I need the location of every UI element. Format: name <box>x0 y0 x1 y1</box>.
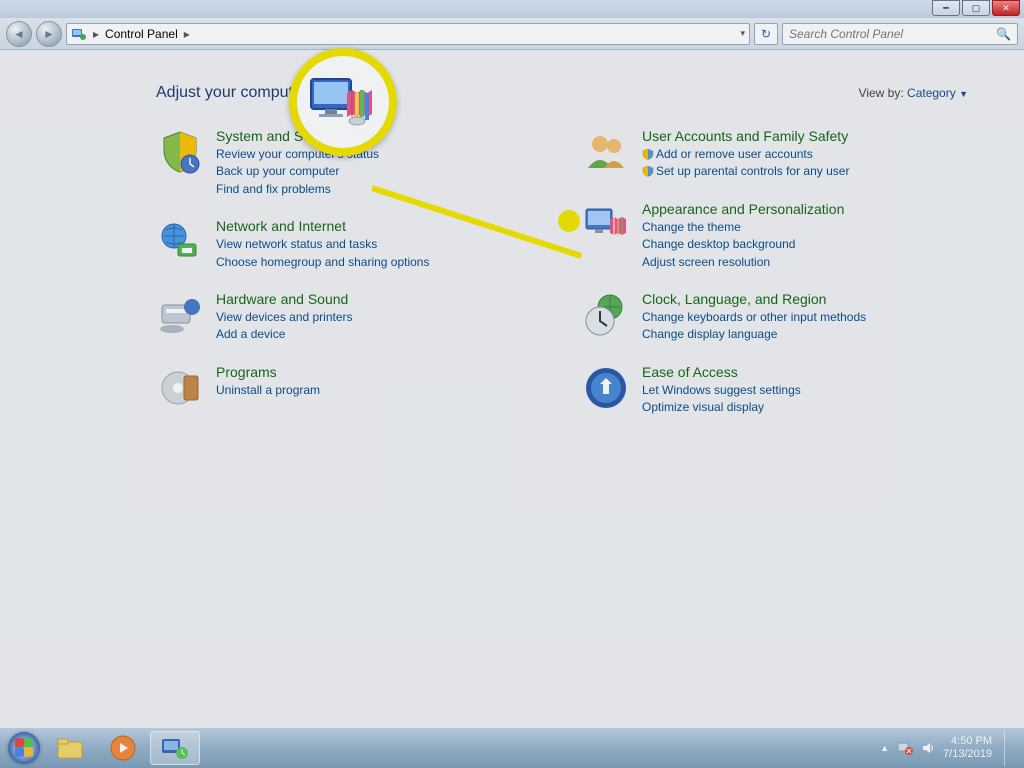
network-title[interactable]: Network and Internet <box>216 218 429 234</box>
hardware-link-0[interactable]: View devices and printers <box>216 309 353 326</box>
control-panel-icon <box>71 26 87 42</box>
category-users: User Accounts and Family Safety Add or r… <box>582 128 968 181</box>
clock-link-1[interactable]: Change display language <box>642 326 866 343</box>
user-accounts-icon <box>582 128 630 176</box>
appearance-title[interactable]: Appearance and Personalization <box>642 201 844 217</box>
maximize-button[interactable]: ▢ <box>962 0 990 16</box>
taskbar: ▲ 4:50 PM 7/13/2019 <box>0 728 1024 768</box>
tray-network-icon[interactable] <box>897 741 913 755</box>
network-internet-icon <box>156 218 204 266</box>
tray-show-hidden-icon[interactable]: ▲ <box>880 743 889 753</box>
category-ease: Ease of Access Let Windows suggest setti… <box>582 364 968 417</box>
titlebar: ━ ▢ ✕ <box>0 0 1024 18</box>
programs-title[interactable]: Programs <box>216 364 320 380</box>
network-link-1[interactable]: Choose homegroup and sharing options <box>216 254 429 271</box>
chevron-down-icon: ▼ <box>959 89 968 99</box>
category-hardware: Hardware and Sound View devices and prin… <box>156 291 542 344</box>
hardware-title[interactable]: Hardware and Sound <box>216 291 353 307</box>
show-desktop-button[interactable] <box>1004 730 1014 766</box>
address-bar[interactable]: ▸ Control Panel ▸ ▾ <box>66 23 750 45</box>
close-button[interactable]: ✕ <box>992 0 1020 16</box>
callout-endpoint <box>558 210 580 232</box>
navbar: ◄ ► ▸ Control Panel ▸ ▾ ↻ Search Control… <box>0 18 1024 50</box>
minimize-button[interactable]: ━ <box>932 0 960 16</box>
search-box[interactable]: Search Control Panel 🔍 <box>782 23 1018 45</box>
appearance-link-0[interactable]: Change the theme <box>642 219 844 236</box>
users-link-1[interactable]: Set up parental controls for any user <box>642 163 849 180</box>
forward-button[interactable]: ► <box>36 21 62 47</box>
ease-of-access-icon <box>582 364 630 412</box>
programs-icon <box>156 364 204 412</box>
address-dropdown[interactable]: ▾ <box>740 28 745 39</box>
refresh-button[interactable]: ↻ <box>754 23 778 45</box>
category-grid: System and Security Review your computer… <box>156 128 968 417</box>
ease-link-0[interactable]: Let Windows suggest settings <box>642 382 801 399</box>
tray-clock[interactable]: 4:50 PM 7/13/2019 <box>943 735 992 761</box>
window-controls: ━ ▢ ✕ <box>932 0 1020 16</box>
breadcrumb-sep-2: ▸ <box>184 27 190 41</box>
ease-link-1[interactable]: Optimize visual display <box>642 399 801 416</box>
callout-magnifier <box>289 48 397 156</box>
search-placeholder: Search Control Panel <box>789 27 903 41</box>
view-by-control[interactable]: View by: Category ▼ <box>859 86 968 100</box>
system-link-2[interactable]: Find and fix problems <box>216 181 379 198</box>
taskbar-media-player[interactable] <box>98 731 148 765</box>
back-button[interactable]: ◄ <box>6 21 32 47</box>
hardware-sound-icon <box>156 291 204 339</box>
view-by-label: View by: <box>859 86 904 100</box>
breadcrumb-sep: ▸ <box>93 27 99 41</box>
programs-link-0[interactable]: Uninstall a program <box>216 382 320 399</box>
ease-title[interactable]: Ease of Access <box>642 364 801 380</box>
clock-language-icon <box>582 291 630 339</box>
uac-shield-icon <box>642 148 654 160</box>
category-programs: Programs Uninstall a program <box>156 364 542 412</box>
uac-shield-icon <box>642 165 654 177</box>
category-appearance: Appearance and Personalization Change th… <box>582 201 968 271</box>
system-security-icon <box>156 128 204 176</box>
taskbar-control-panel[interactable] <box>150 731 200 765</box>
system-link-1[interactable]: Back up your computer <box>216 163 379 180</box>
category-clock: Clock, Language, and Region Change keybo… <box>582 291 968 344</box>
appearance-icon-large <box>307 73 379 131</box>
content-area: Adjust your computer's settings View by:… <box>0 50 1024 728</box>
network-link-0[interactable]: View network status and tasks <box>216 236 429 253</box>
tray-volume-icon[interactable] <box>921 741 935 755</box>
users-link-0[interactable]: Add or remove user accounts <box>642 146 849 163</box>
view-by-value: Category <box>907 86 956 100</box>
tray-time: 4:50 PM <box>943 735 992 748</box>
clock-title[interactable]: Clock, Language, and Region <box>642 291 866 307</box>
appearance-link-1[interactable]: Change desktop background <box>642 236 844 253</box>
taskbar-explorer[interactable] <box>46 731 96 765</box>
appearance-link-2[interactable]: Adjust screen resolution <box>642 254 844 271</box>
search-icon: 🔍 <box>996 27 1011 41</box>
hardware-link-1[interactable]: Add a device <box>216 326 353 343</box>
breadcrumb-root[interactable]: Control Panel <box>105 27 178 41</box>
start-button[interactable] <box>4 730 44 766</box>
system-tray: ▲ 4:50 PM 7/13/2019 <box>880 730 1020 766</box>
users-title[interactable]: User Accounts and Family Safety <box>642 128 849 144</box>
appearance-personalization-icon <box>582 201 630 249</box>
clock-link-0[interactable]: Change keyboards or other input methods <box>642 309 866 326</box>
tray-date: 7/13/2019 <box>943 748 992 761</box>
